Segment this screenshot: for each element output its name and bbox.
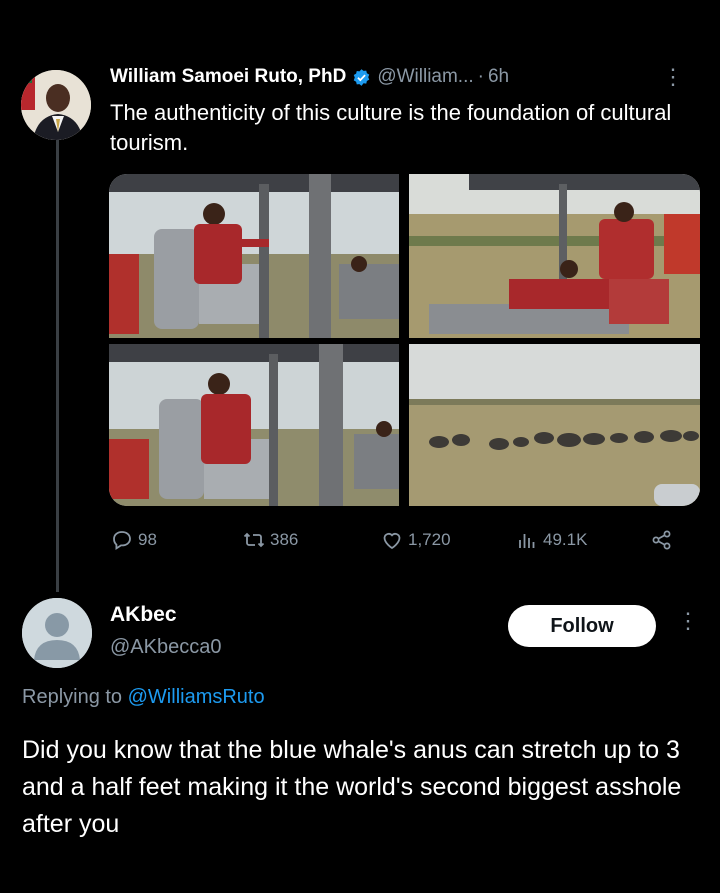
like-button[interactable]: 1,720	[380, 528, 451, 552]
reply-author-avatar[interactable]	[22, 598, 92, 668]
thread-connector	[56, 132, 59, 592]
views-icon	[519, 534, 535, 548]
share-button[interactable]	[650, 528, 674, 552]
reply-author-handle[interactable]: @AKbecca0	[110, 636, 221, 659]
retweet-icon	[243, 532, 265, 548]
tweet-text: The authenticity of this culture is the …	[110, 100, 672, 155]
views-button[interactable]: 49.1K	[515, 528, 587, 552]
photo-3[interactable]	[109, 344, 399, 506]
verified-badge-icon	[354, 68, 370, 86]
views-count: 49.1K	[543, 530, 588, 549]
retweet-button[interactable]: 386	[242, 528, 298, 552]
replying-mention-link[interactable]: @WilliamsRuto	[128, 686, 265, 708]
more-icon[interactable]: ⋮	[662, 64, 684, 90]
reply-author-name[interactable]: AKbec	[110, 603, 177, 627]
reply-icon	[113, 531, 131, 551]
tweet-action-bar: 98 386 1,720 49.1K	[110, 528, 690, 558]
reply-more-icon[interactable]: ⋮	[677, 608, 699, 634]
author-handle[interactable]: @William...	[377, 66, 473, 88]
replying-to: Replying to @WilliamsRuto	[22, 686, 265, 709]
photo-4[interactable]	[409, 344, 700, 506]
media-grid	[109, 174, 700, 506]
reply-button[interactable]: 98	[110, 528, 157, 552]
photo-2[interactable]	[409, 174, 700, 338]
tweet-time[interactable]: 6h	[488, 66, 509, 88]
like-icon	[383, 532, 401, 550]
replying-prefix: Replying to	[22, 686, 123, 708]
reply-count: 98	[138, 530, 157, 549]
follow-button[interactable]: Follow	[508, 605, 656, 647]
retweet-count: 386	[270, 530, 299, 549]
share-icon	[652, 530, 671, 550]
reply-text: Did you know that the blue whale's anus …	[22, 736, 682, 838]
like-count: 1,720	[408, 530, 451, 549]
author-name[interactable]: William Samoei Ruto, PhD	[110, 66, 346, 88]
header-separator: ·	[477, 66, 484, 87]
photo-1[interactable]	[109, 174, 399, 338]
author-avatar[interactable]	[21, 70, 91, 140]
tweet-header: William Samoei Ruto, PhD @William... · 6…	[110, 66, 690, 88]
